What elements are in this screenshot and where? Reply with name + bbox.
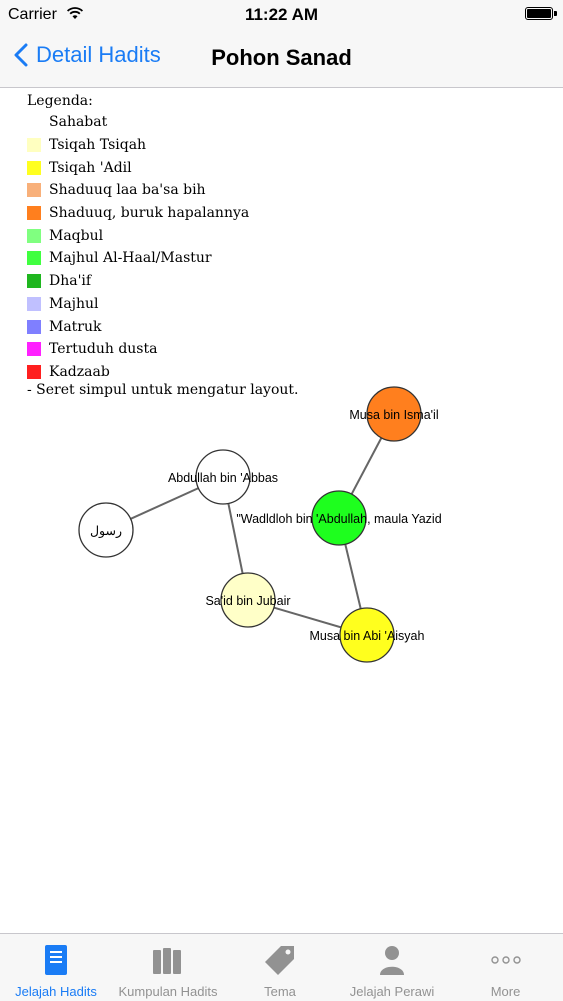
legend-swatch: [27, 138, 41, 153]
legend-label: Majhul: [49, 295, 99, 312]
legend-item: Maqbul: [27, 224, 299, 247]
legend-swatch: [27, 183, 41, 198]
legend-label: Kadzaab: [49, 363, 110, 380]
legend-swatch: [27, 342, 41, 357]
legend-label: Matruk: [49, 318, 102, 335]
legend-label: Tertuduh dusta: [49, 341, 158, 358]
graph-node-label: Sa'id bin Jubair: [205, 594, 290, 608]
legend-label: Tsiqah 'Adil: [49, 159, 132, 176]
legend-swatch: [27, 364, 41, 379]
status-bar: Carrier 11:22 AM: [0, 0, 563, 30]
tab-bar: Jelajah Hadits Kumpulan Hadits Tema Jela…: [0, 933, 563, 1001]
legend-title: Legenda:: [27, 93, 93, 109]
person-icon: [380, 946, 404, 975]
legend-item: Matruk: [27, 315, 299, 338]
tab-jelajah-perawi[interactable]: Jelajah Perawi: [336, 934, 448, 1001]
legend-item: Tertuduh dusta: [27, 338, 299, 361]
battery-icon: [525, 7, 557, 20]
legend-swatch: [27, 115, 41, 130]
legend-label: Majhul Al-Haal/Mastur: [49, 250, 212, 267]
legend-label: Shaduuq, buruk hapalannya: [49, 205, 250, 222]
legend-swatch: [27, 160, 41, 175]
legend-swatch: [27, 296, 41, 311]
tab-label: Jelajah Hadits: [15, 984, 97, 999]
sanad-tree-graph[interactable]: رسول Abdullah bin 'Abbas Sa'id bin Jubair M…: [0, 380, 563, 680]
tab-kumpulan-hadits[interactable]: Kumpulan Hadits: [112, 934, 224, 1001]
more-icon: [490, 956, 521, 964]
graph-node-label: رسول: [90, 524, 122, 539]
graph-node-label: "Wadldloh bin 'Abdullah, maula Yazid: [236, 512, 441, 526]
navigation-bar: Detail Hadits Pohon Sanad: [0, 30, 563, 88]
legend-swatch: [27, 251, 41, 266]
legend-label: Tsiqah Tsiqah: [49, 137, 147, 154]
legend-list: Sahabat Tsiqah Tsiqah Tsiqah 'Adil Shaduuq …: [27, 111, 299, 383]
legend-item: Dha'if: [27, 270, 299, 293]
legend-item: Majhul Al-Haal/Mastur: [27, 247, 299, 270]
tab-label: Jelajah Perawi: [349, 984, 435, 999]
tab-more[interactable]: More: [448, 934, 563, 1001]
legend-label: Shaduuq laa ba'sa bih: [49, 182, 206, 199]
legend-item: Tsiqah Tsiqah: [27, 134, 299, 157]
legend-item: Shaduuq, buruk hapalannya: [27, 202, 299, 225]
legend-label: Sahabat: [49, 114, 108, 131]
tab-tema[interactable]: Tema: [224, 934, 336, 1001]
legend-item: Shaduuq laa ba'sa bih: [27, 179, 299, 202]
legend-item: Tsiqah 'Adil: [27, 156, 299, 179]
legend-item: Sahabat: [27, 111, 299, 134]
tab-label: More: [490, 984, 521, 999]
books-icon: [153, 948, 181, 974]
legend-label: Maqbul: [49, 227, 104, 244]
legend: Legenda: Sahabat Tsiqah Tsiqah Tsiqah 'Adi…: [27, 91, 299, 398]
legend-swatch: [27, 319, 41, 334]
page-title: Pohon Sanad: [211, 45, 352, 70]
tab-jelajah-hadits[interactable]: Jelajah Hadits: [0, 934, 112, 1001]
legend-swatch: [27, 228, 41, 243]
graph-node-label: Musa bin Isma'il: [349, 408, 438, 422]
graph-node-label: Musa bin Abi 'Aisyah: [310, 629, 425, 643]
legend-swatch: [27, 274, 41, 289]
tag-icon: [265, 946, 294, 975]
tab-label: Tema: [264, 984, 296, 999]
legend-label: Dha'if: [49, 273, 92, 290]
legend-swatch: [27, 206, 41, 221]
status-time: 11:22 AM: [244, 5, 319, 24]
tab-label: Kumpulan Hadits: [118, 984, 218, 999]
book-icon: [45, 945, 67, 975]
graph-node-label: Abdullah bin 'Abbas: [168, 471, 278, 485]
legend-item: Majhul: [27, 293, 299, 316]
